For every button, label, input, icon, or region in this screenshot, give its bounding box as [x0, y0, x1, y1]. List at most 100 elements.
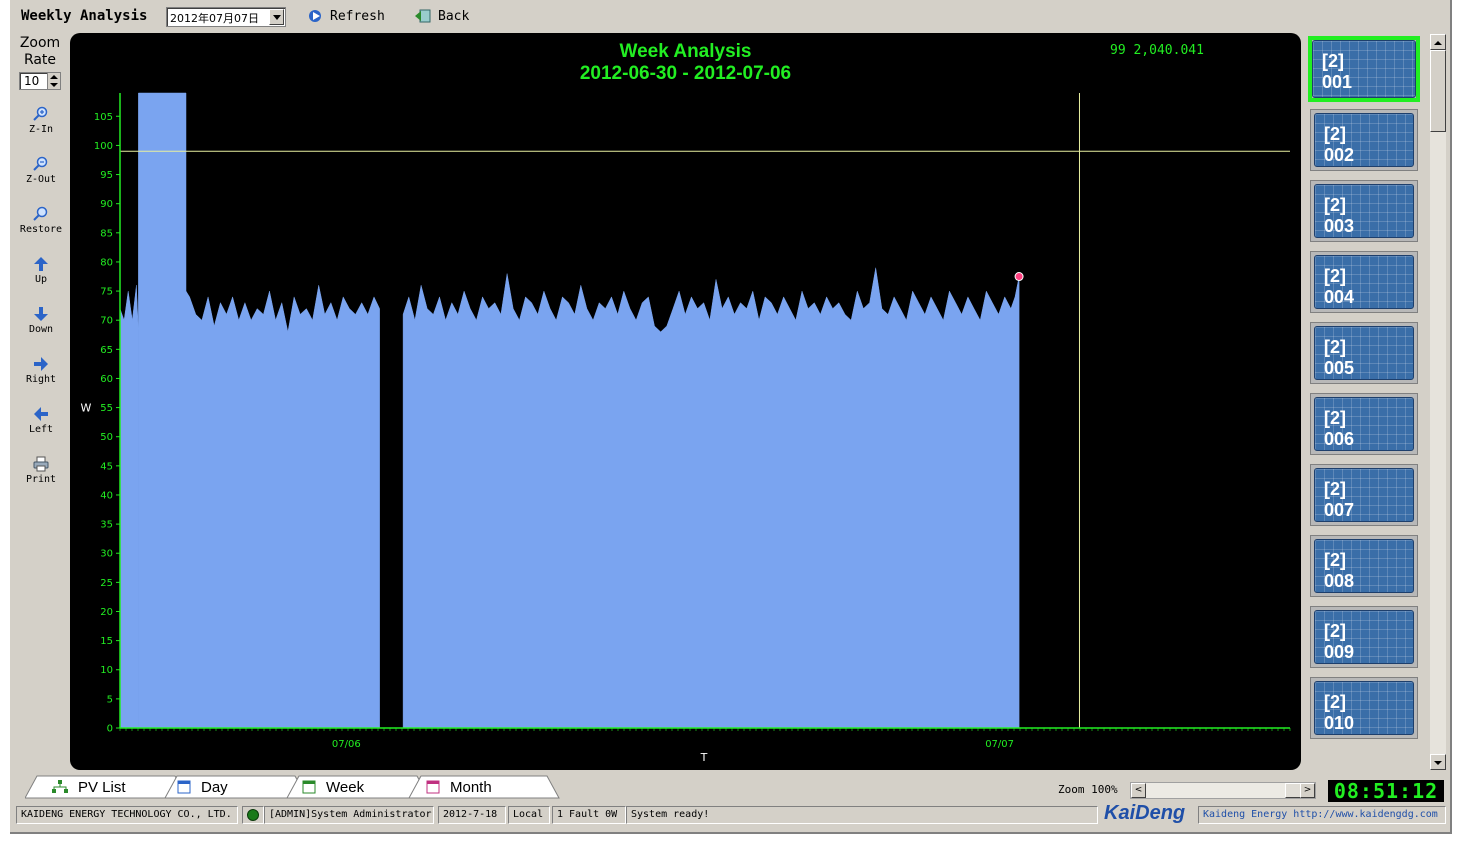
status-led-icon	[247, 809, 259, 821]
solar-panel-icon: [2] 008	[1314, 539, 1414, 593]
scroll-down-button[interactable]	[1430, 754, 1446, 770]
zoom-rate-label: Zoom Rate	[18, 35, 62, 69]
back-icon	[415, 9, 431, 23]
x-axis-label: T	[700, 751, 708, 764]
y-tick-label: 20	[100, 607, 113, 618]
device-tile[interactable]: [2] 010	[1310, 677, 1418, 739]
device-group: [2]	[1324, 266, 1346, 286]
device-label: [2] 010	[1324, 692, 1354, 734]
device-tile[interactable]: [2] 002	[1310, 109, 1418, 171]
device-label: [2] 002	[1324, 124, 1354, 166]
refresh-button[interactable]: Refresh	[308, 8, 385, 24]
date-picker[interactable]: 2012年07月07日	[166, 7, 286, 27]
device-label: [2] 001	[1322, 51, 1352, 93]
device-tile[interactable]: [2] 006	[1310, 393, 1418, 455]
device-id: 001	[1322, 72, 1353, 92]
chevron-left-icon[interactable]: <	[1131, 783, 1146, 798]
y-tick-label: 75	[100, 287, 113, 298]
status-bar: KAIDENG ENERGY TECHNOLOGY CO., LTD. [ADM…	[10, 802, 1450, 826]
zoom-in-button[interactable]: Z-In	[15, 106, 67, 135]
up-button[interactable]: Up	[15, 256, 67, 285]
y-tick-label: 80	[100, 257, 113, 268]
device-group: [2]	[1324, 479, 1346, 499]
device-id: 008	[1324, 571, 1355, 591]
y-tick-label: 85	[100, 228, 113, 239]
chart-plot[interactable]: 0 5 10 15 20 25 30 35 40 45 50 55 60 65 70 75 80 85 90 95 10…	[70, 33, 1301, 770]
restore-icon	[33, 206, 48, 221]
y-axis-label: W	[81, 402, 92, 415]
arrow-up-icon	[34, 257, 48, 271]
device-tile[interactable]: [2] 004	[1310, 251, 1418, 313]
device-id: 004	[1324, 287, 1355, 307]
solar-panel-icon: [2] 003	[1314, 184, 1414, 238]
chevron-down-icon	[1434, 761, 1442, 765]
zoom-in-label: Z-In	[28, 124, 54, 135]
calendar-week-icon	[302, 780, 316, 794]
device-list: [2] 001 [2] 002 [2] 003 [2] 004 [2] 005 [2] 006 [2] 0…	[1306, 34, 1426, 772]
zoom-out-label: Z-Out	[25, 174, 57, 185]
device-tile[interactable]: [2] 003	[1310, 180, 1418, 242]
device-tile[interactable]: [2] 008	[1310, 535, 1418, 597]
status-website[interactable]: Kaideng Energy http://www.kaidengdg.com	[1198, 806, 1446, 824]
zoom-rate-stepper[interactable]: 10	[19, 72, 61, 90]
solar-panel-icon: [2] 006	[1314, 397, 1414, 451]
down-button[interactable]: Down	[15, 306, 67, 335]
back-button[interactable]: Back	[414, 8, 469, 24]
down-label: Down	[28, 324, 54, 335]
scrollbar-thumb-horizontal[interactable]	[1285, 783, 1301, 798]
chevron-right-icon[interactable]: >	[1300, 783, 1315, 798]
zoom-out-button[interactable]: Z-Out	[15, 156, 67, 185]
right-button[interactable]: Right	[15, 356, 67, 385]
y-tick-label: 45	[100, 461, 113, 472]
device-tile[interactable]: [2] 005	[1310, 322, 1418, 384]
chevron-down-icon[interactable]	[269, 9, 284, 25]
spin-buttons[interactable]	[47, 73, 60, 89]
device-id: 005	[1324, 358, 1355, 378]
zoom-rate-label-line-1: Zoom	[19, 35, 61, 51]
x-tick-label: 07/06	[332, 739, 361, 750]
device-group: [2]	[1324, 621, 1346, 641]
zoom-level: Zoom 100%	[1058, 783, 1118, 796]
solar-panel-icon: [2] 007	[1314, 468, 1414, 522]
device-label: [2] 008	[1324, 550, 1354, 592]
zoom-scrollbar[interactable]: < >	[1130, 782, 1316, 799]
left-label: Left	[28, 424, 54, 435]
print-button[interactable]: Print	[15, 456, 67, 485]
status-message: System ready!	[626, 806, 1098, 824]
y-tick-label: 70	[100, 316, 113, 327]
tab-pv-list[interactable]: PV List	[52, 776, 126, 798]
device-group: [2]	[1324, 124, 1346, 144]
y-tick-label: 55	[100, 403, 113, 414]
print-label: Print	[25, 474, 57, 485]
y-tick-label: 0	[107, 724, 113, 735]
tab-month[interactable]: Month	[426, 776, 492, 798]
chart-panel[interactable]: Week Analysis 2012-06-30 - 2012-07-06 99…	[70, 33, 1301, 770]
device-tile[interactable]: [2] 007	[1310, 464, 1418, 526]
device-tile[interactable]: [2] 001	[1308, 36, 1420, 102]
arrow-right-icon	[34, 357, 48, 371]
power-area-segment	[185, 285, 380, 729]
device-label: [2] 005	[1324, 337, 1354, 379]
y-tick-label: 40	[100, 490, 113, 501]
tab-day[interactable]: Day	[177, 776, 228, 798]
chevron-up-icon	[1434, 41, 1442, 45]
device-label: [2] 004	[1324, 266, 1354, 308]
restore-button[interactable]: Restore	[15, 206, 67, 235]
scrollbar-thumb[interactable]	[1430, 50, 1446, 132]
tab-week[interactable]: Week	[302, 776, 364, 798]
y-tick-label: 25	[100, 578, 113, 589]
solar-panel-icon: [2] 010	[1314, 681, 1414, 735]
brand-logo: KaiDeng	[1104, 802, 1186, 824]
zoom-rate-value: 10	[24, 74, 40, 88]
left-button[interactable]: Left	[15, 406, 67, 435]
y-tick-label: 65	[100, 345, 113, 356]
arrow-down-icon	[34, 307, 48, 321]
device-tile[interactable]: [2] 009	[1310, 606, 1418, 668]
right-label: Right	[25, 374, 57, 385]
scroll-up-button[interactable]	[1430, 34, 1446, 50]
device-list-scrollbar[interactable]	[1430, 34, 1446, 770]
device-label: [2] 006	[1324, 408, 1354, 450]
last-value-marker	[1014, 272, 1024, 282]
network-icon	[52, 780, 68, 793]
status-mode: Local	[508, 806, 550, 824]
